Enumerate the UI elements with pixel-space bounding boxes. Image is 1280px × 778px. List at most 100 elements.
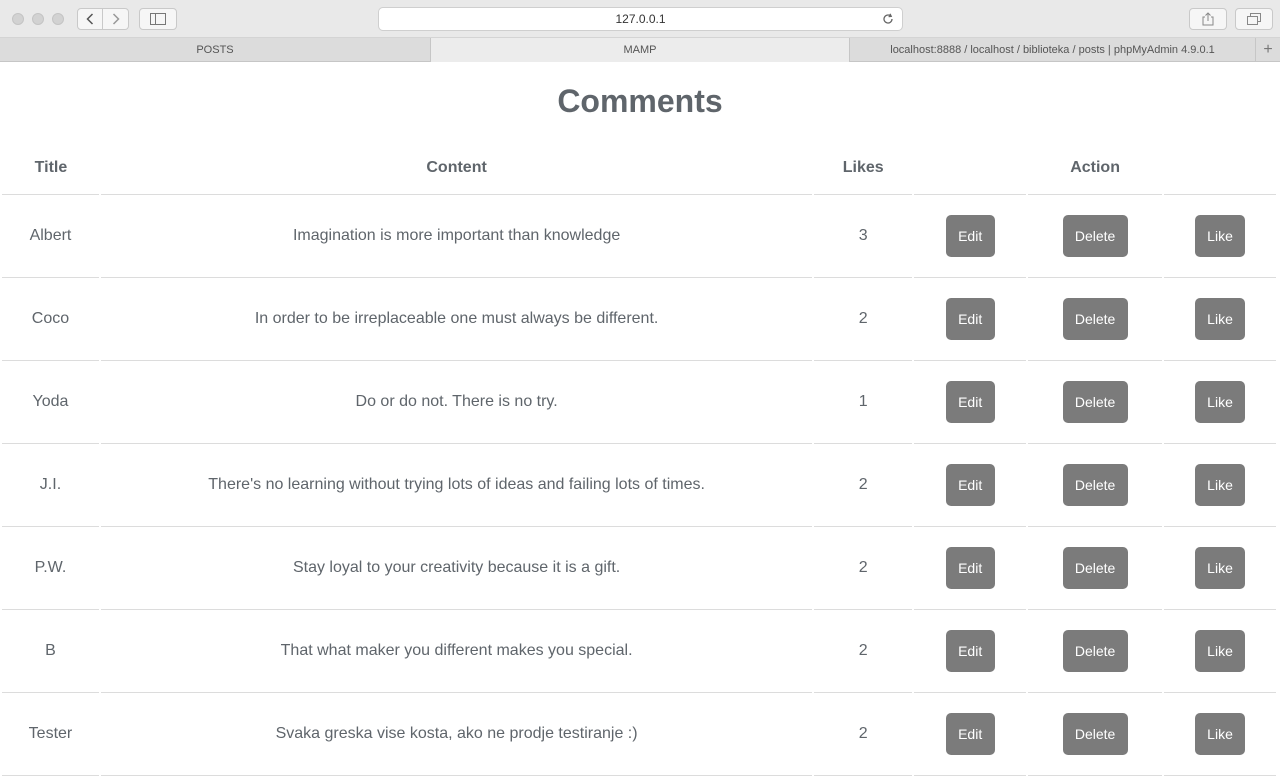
row-title: B (2, 609, 101, 693)
row-title: Albert (2, 194, 101, 278)
edit-cell: Edit (913, 443, 1029, 527)
like-cell: Like (1163, 277, 1278, 361)
like-button[interactable]: Like (1195, 380, 1246, 423)
url-text: 127.0.0.1 (615, 12, 666, 26)
column-header-likes: Likes (813, 143, 914, 195)
navigation-buttons (77, 8, 129, 30)
like-cell: Like (1163, 692, 1278, 776)
row-title: P.W. (2, 526, 101, 610)
row-likes: 2 (813, 277, 915, 361)
delete-button[interactable]: Delete (1062, 712, 1128, 755)
delete-cell: Delete (1027, 194, 1165, 278)
table-header-row: Title Content Likes Action (2, 143, 1277, 195)
reload-icon[interactable] (880, 11, 896, 27)
table-row: Tester Svaka greska vise kosta, ako ne pr… (2, 692, 1278, 776)
back-button[interactable] (77, 8, 103, 30)
browser-toolbar: 127.0.0.1 (0, 0, 1280, 38)
edit-button[interactable]: Edit (945, 629, 995, 672)
row-likes: 2 (813, 443, 915, 527)
forward-button[interactable] (103, 8, 129, 30)
delete-button[interactable]: Delete (1062, 463, 1128, 506)
delete-button[interactable]: Delete (1062, 297, 1128, 340)
tab-bar: POSTS MAMP localhost:8888 / localhost / … (0, 38, 1280, 62)
like-button[interactable]: Like (1195, 463, 1246, 506)
minimize-window-button[interactable] (32, 13, 44, 25)
row-content: In order to be irreplaceable one must al… (99, 277, 815, 361)
table-row: Albert Imagination is more important than… (2, 194, 1278, 278)
close-window-button[interactable] (12, 13, 24, 25)
sidebar-toggle-button[interactable] (139, 8, 177, 30)
like-button[interactable]: Like (1195, 629, 1246, 672)
edit-button[interactable]: Edit (945, 297, 995, 340)
tab-phpmyadmin[interactable]: localhost:8888 / localhost / biblioteka … (850, 38, 1256, 62)
new-tab-button[interactable]: + (1256, 38, 1280, 61)
share-icon (1202, 12, 1214, 26)
page-content: Comments Title Content Likes Action Albe… (0, 63, 1280, 778)
row-content: Imagination is more important than knowl… (99, 194, 815, 278)
like-cell: Like (1163, 526, 1278, 610)
like-button[interactable]: Like (1195, 214, 1246, 257)
comments-table: Title Content Likes Action Albert Imagina… (2, 143, 1278, 776)
tab-label: POSTS (196, 44, 234, 56)
edit-cell: Edit (913, 360, 1029, 444)
row-title: Tester (2, 692, 101, 776)
row-title: J.I. (2, 443, 101, 527)
sidebar-icon (150, 13, 166, 25)
delete-cell: Delete (1027, 360, 1165, 444)
row-title: Yoda (2, 360, 101, 444)
column-header-content: Content (99, 143, 814, 195)
like-cell: Like (1163, 443, 1278, 527)
column-header-title: Title (2, 143, 100, 195)
edit-cell: Edit (913, 277, 1029, 361)
delete-button[interactable]: Delete (1062, 380, 1128, 423)
address-bar[interactable]: 127.0.0.1 (378, 7, 903, 31)
tab-label: MAMP (623, 44, 657, 56)
row-content: Svaka greska vise kosta, ako ne prodje t… (99, 692, 815, 776)
edit-button[interactable]: Edit (945, 380, 995, 423)
table-row: P.W. Stay loyal to your creativity becaus… (2, 526, 1278, 610)
like-cell: Like (1163, 194, 1278, 278)
tab-posts[interactable]: POSTS (0, 38, 431, 62)
delete-cell: Delete (1027, 443, 1165, 527)
delete-cell: Delete (1027, 277, 1165, 361)
row-content: Do or do not. There is no try. (99, 360, 815, 444)
edit-button[interactable]: Edit (945, 214, 995, 257)
edit-button[interactable]: Edit (945, 712, 995, 755)
row-likes: 3 (813, 194, 915, 278)
table-row: Yoda Do or do not. There is no try. 1 Edit D… (2, 360, 1278, 444)
edit-cell: Edit (913, 194, 1029, 278)
delete-button[interactable]: Delete (1062, 546, 1128, 589)
table-row: J.I. There's no learning without trying l… (2, 443, 1278, 527)
like-button[interactable]: Like (1195, 297, 1246, 340)
tabs-overview-button[interactable] (1235, 8, 1273, 30)
row-likes: 1 (813, 360, 915, 444)
row-title: Coco (2, 277, 101, 361)
row-likes: 2 (813, 609, 915, 693)
row-likes: 2 (813, 526, 915, 610)
chevron-left-icon (86, 13, 94, 25)
column-header-action: Action (913, 143, 1277, 195)
delete-cell: Delete (1027, 609, 1165, 693)
chevron-right-icon (112, 13, 120, 25)
edit-button[interactable]: Edit (945, 546, 995, 589)
like-cell: Like (1163, 609, 1278, 693)
edit-cell: Edit (913, 692, 1029, 776)
page-title: Comments (557, 83, 723, 119)
row-content: There's no learning without trying lots … (99, 443, 815, 527)
tab-mamp[interactable]: MAMP (431, 38, 850, 62)
zoom-window-button[interactable] (52, 13, 64, 25)
like-cell: Like (1163, 360, 1278, 444)
edit-button[interactable]: Edit (945, 463, 995, 506)
like-button[interactable]: Like (1195, 712, 1246, 755)
table-row: B That what maker you different makes you… (2, 609, 1278, 693)
row-content: That what maker you different makes you … (99, 609, 815, 693)
delete-cell: Delete (1027, 692, 1165, 776)
delete-button[interactable]: Delete (1062, 214, 1128, 257)
delete-button[interactable]: Delete (1062, 629, 1128, 672)
table-row: Coco In order to be irreplaceable one mus… (2, 277, 1278, 361)
edit-cell: Edit (913, 609, 1029, 693)
share-button[interactable] (1189, 8, 1227, 30)
tabs-overview-icon (1247, 13, 1261, 25)
row-likes: 2 (813, 692, 915, 776)
like-button[interactable]: Like (1195, 546, 1246, 589)
